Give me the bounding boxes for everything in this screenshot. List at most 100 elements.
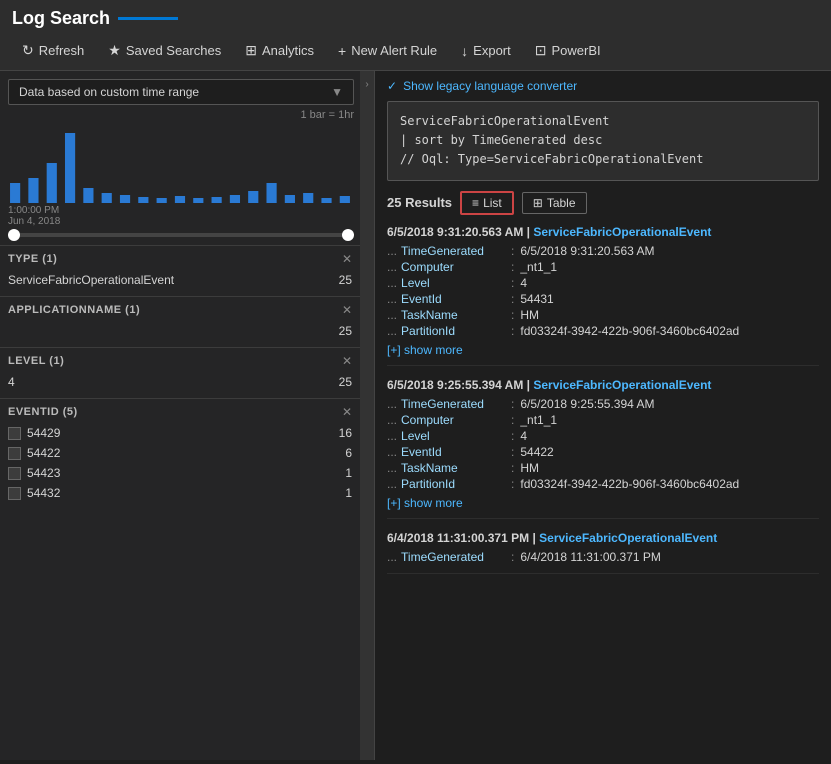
filter-appname-row-0[interactable]: 25 xyxy=(8,321,352,341)
filter-eventid-row-0[interactable]: 54429 16 xyxy=(8,423,352,443)
field-name-0-3: EventId xyxy=(401,292,511,306)
field-name-1-2: Level xyxy=(401,429,511,443)
filter-level-title: LEVEL (1) xyxy=(8,355,64,367)
left-panel: › Data based on custom time range ▼ 1 ba… xyxy=(0,71,375,760)
filter-eventid-checkbox-2[interactable] xyxy=(8,467,21,480)
result-timestamp-2: 6/4/2018 11:31:00.371 PM | xyxy=(387,531,539,545)
field-expand-1-1[interactable]: ... xyxy=(387,413,397,427)
result-field-0-1: ... Computer : _nt1_1 xyxy=(387,259,819,275)
filter-level-count-0: 25 xyxy=(339,375,352,389)
list-view-button[interactable]: ≡ List xyxy=(460,191,514,215)
field-value-0-0: 6/5/2018 9:31:20.563 AM xyxy=(520,244,654,258)
result-field-1-3: ... EventId : 54422 xyxy=(387,444,819,460)
field-value-2-0: 6/4/2018 11:31:00.371 PM xyxy=(520,550,661,564)
plus-icon: + xyxy=(338,43,346,59)
result-eventtype-2: ServiceFabricOperationalEvent xyxy=(539,531,717,545)
field-expand-0-0[interactable]: ... xyxy=(387,244,397,258)
table-icon: ⊞ xyxy=(533,196,543,210)
slider-thumb-left[interactable] xyxy=(8,229,20,241)
field-expand-0-1[interactable]: ... xyxy=(387,260,397,274)
field-expand-0-3[interactable]: ... xyxy=(387,292,397,306)
filter-type-close[interactable]: ✕ xyxy=(342,252,352,266)
filter-eventid-count-0: 16 xyxy=(339,426,352,440)
filter-eventid-row-1[interactable]: 54422 6 xyxy=(8,443,352,463)
main-container: › Data based on custom time range ▼ 1 ba… xyxy=(0,71,831,760)
result-field-0-0: ... TimeGenerated : 6/5/2018 9:31:20.563… xyxy=(387,243,819,259)
filter-eventid-row-2[interactable]: 54423 1 xyxy=(8,463,352,483)
table-view-button[interactable]: ⊞ Table xyxy=(522,192,587,214)
field-value-1-2: 4 xyxy=(520,429,527,443)
field-value-0-5: fd03324f-3942-422b-906f-3460bc6402ad xyxy=(520,324,739,338)
show-more-1[interactable]: [+] show more xyxy=(387,496,463,510)
filter-level-close[interactable]: ✕ xyxy=(342,354,352,368)
star-icon: ★ xyxy=(108,42,121,59)
filter-appname-close[interactable]: ✕ xyxy=(342,303,352,317)
query-line-2: | sort by TimeGenerated desc xyxy=(400,131,806,150)
filter-eventid-close[interactable]: ✕ xyxy=(342,405,352,419)
field-name-0-0: TimeGenerated xyxy=(401,244,511,258)
field-name-0-1: Computer xyxy=(401,260,511,274)
filter-eventid-value-3: 54432 xyxy=(27,486,339,500)
field-name-2-0: TimeGenerated xyxy=(401,550,511,564)
export-label: Export xyxy=(473,43,511,58)
result-field-1-1: ... Computer : _nt1_1 xyxy=(387,412,819,428)
analytics-label: Analytics xyxy=(262,43,314,58)
analytics-button[interactable]: ⊞ Analytics xyxy=(235,37,324,64)
field-expand-1-0[interactable]: ... xyxy=(387,397,397,411)
field-expand-2-0[interactable]: ... xyxy=(387,550,397,564)
query-line-3: // Oql: Type=ServiceFabricOperationalEve… xyxy=(400,150,806,169)
field-expand-1-2[interactable]: ... xyxy=(387,429,397,443)
field-value-0-3: 54431 xyxy=(520,292,553,306)
field-expand-1-4[interactable]: ... xyxy=(387,461,397,475)
filter-eventid-checkbox-1[interactable] xyxy=(8,447,21,460)
field-expand-1-3[interactable]: ... xyxy=(387,445,397,459)
header: Log Search ↻ Refresh ★ Saved Searches ⊞ … xyxy=(0,0,831,71)
bar-chart xyxy=(8,123,354,203)
time-slider[interactable] xyxy=(8,233,354,237)
field-expand-0-5[interactable]: ... xyxy=(387,324,397,338)
refresh-button[interactable]: ↻ Refresh xyxy=(12,37,94,64)
field-name-0-2: Level xyxy=(401,276,511,290)
result-field-0-2: ... Level : 4 xyxy=(387,275,819,291)
filter-eventid-value-2: 54423 xyxy=(27,466,339,480)
show-more-0[interactable]: [+] show more xyxy=(387,343,463,357)
field-name-1-1: Computer xyxy=(401,413,511,427)
legacy-converter-toggle[interactable]: ✓ Show legacy language converter xyxy=(387,79,819,93)
time-range-selector[interactable]: Data based on custom time range ▼ xyxy=(8,79,354,105)
powerbi-button[interactable]: ⊡ PowerBI xyxy=(525,37,611,64)
field-name-0-5: PartitionId xyxy=(401,324,511,338)
result-timestamp-0: 6/5/2018 9:31:20.563 AM | xyxy=(387,225,533,239)
field-value-0-2: 4 xyxy=(520,276,527,290)
filter-eventid-row-3[interactable]: 54432 1 xyxy=(8,483,352,503)
toolbar: ↻ Refresh ★ Saved Searches ⊞ Analytics +… xyxy=(12,35,819,66)
field-expand-1-5[interactable]: ... xyxy=(387,477,397,491)
field-name-1-5: PartitionId xyxy=(401,477,511,491)
filter-eventid-section: EVENTID (5) ✕ 54429 16 54422 6 54423 1 5… xyxy=(0,398,360,509)
chart-area: 1 bar = 1hr xyxy=(8,109,354,227)
filter-eventid-value-1: 54422 xyxy=(27,446,339,460)
new-alert-rule-button[interactable]: + New Alert Rule xyxy=(328,38,447,64)
result-field-2-0: ... TimeGenerated : 6/4/2018 11:31:00.37… xyxy=(387,549,819,565)
filter-eventid-checkbox-3[interactable] xyxy=(8,487,21,500)
right-panel: ✓ Show legacy language converter Service… xyxy=(375,71,831,760)
field-name-0-4: TaskName xyxy=(401,308,511,322)
filter-eventid-checkbox-0[interactable] xyxy=(8,427,21,440)
slider-thumb-right[interactable] xyxy=(342,229,354,241)
field-expand-0-4[interactable]: ... xyxy=(387,308,397,322)
filter-level-row-0[interactable]: 4 25 xyxy=(8,372,352,392)
field-name-1-0: TimeGenerated xyxy=(401,397,511,411)
filter-level-value-0: 4 xyxy=(8,375,15,389)
results-bar: 25 Results ≡ List ⊞ Table xyxy=(387,191,819,215)
result-field-1-2: ... Level : 4 xyxy=(387,428,819,444)
saved-searches-button[interactable]: ★ Saved Searches xyxy=(98,37,231,64)
filter-type-title: TYPE (1) xyxy=(8,253,57,265)
filter-eventid-title: EVENTID (5) xyxy=(8,406,78,418)
collapse-handle[interactable]: › xyxy=(360,71,374,760)
export-button[interactable]: ↓ Export xyxy=(451,38,521,64)
filter-level-header: LEVEL (1) ✕ xyxy=(8,354,352,368)
chart-meta: 1 bar = 1hr xyxy=(8,109,354,121)
query-editor[interactable]: ServiceFabricOperationalEvent | sort by … xyxy=(387,101,819,181)
field-expand-0-2[interactable]: ... xyxy=(387,276,397,290)
filter-type-row-0[interactable]: ServiceFabricOperationalEvent 25 xyxy=(8,270,352,290)
field-value-1-5: fd03324f-3942-422b-906f-3460bc6402ad xyxy=(520,477,739,491)
